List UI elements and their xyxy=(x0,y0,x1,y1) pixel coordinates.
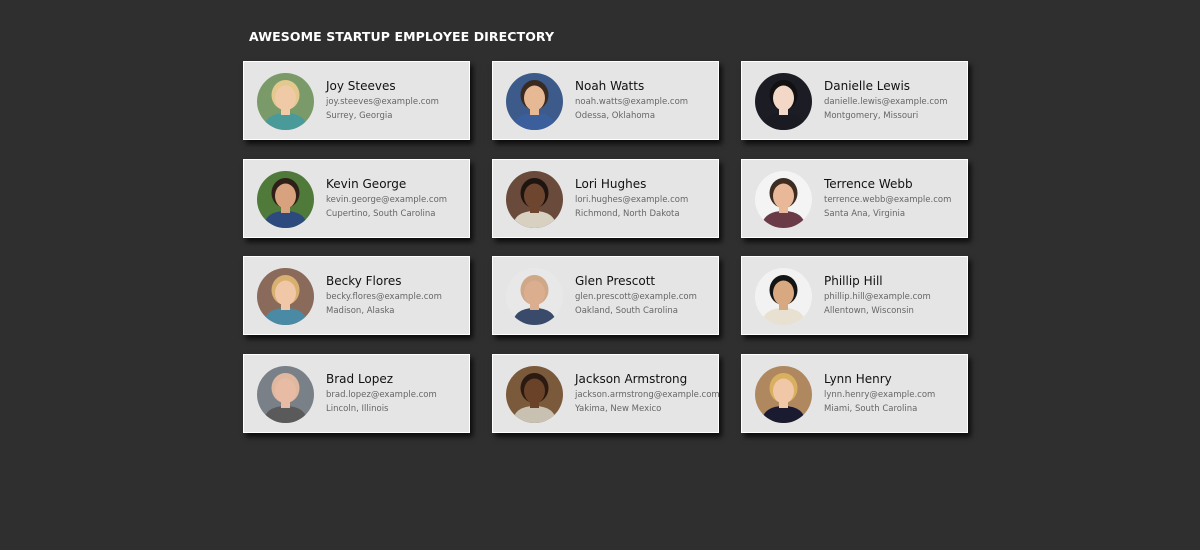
employee-name: Joy Steeves xyxy=(326,79,396,93)
employee-card[interactable]: Kevin George kevin.george@example.com Cupe… xyxy=(243,158,470,238)
employee-name: Brad Lopez xyxy=(326,371,394,386)
avatar xyxy=(755,268,812,325)
employee-grid: Joy Steeves joy.steeves@example.com Surrey… xyxy=(243,61,968,433)
employee-name: Glen Prescott xyxy=(575,274,656,288)
employee-card[interactable]: Jackson Armstrong jackson.armstrong@examp… xyxy=(492,353,720,433)
employee-email: terrence.webb@example.com xyxy=(824,194,952,205)
employee-location: Miami, South Carolina xyxy=(824,403,918,414)
employee-location: Oakland, South Carolina xyxy=(575,306,678,316)
employee-card[interactable]: Noah Watts noah.watts@example.com Odessa, … xyxy=(492,61,719,140)
employee-info: Jackson Armstrong jackson.armstrong@examp… xyxy=(575,371,720,415)
employee-info: Phillip Hill phillip.hill@example.com Alle… xyxy=(824,273,963,317)
employee-email: jackson.armstrong@example.com xyxy=(575,389,720,400)
avatar xyxy=(755,73,812,130)
employee-name: Lynn Henry xyxy=(824,371,892,386)
employee-email: lori.hughes@example.com xyxy=(575,194,689,205)
employee-email: becky.flores@example.com xyxy=(326,292,442,302)
avatar xyxy=(257,170,314,228)
employee-location: Santa Ana, Virginia xyxy=(824,208,906,219)
avatar xyxy=(257,73,314,130)
employee-name: Lori Hughes xyxy=(575,176,647,191)
employee-name: Terrence Webb xyxy=(824,176,913,191)
avatar xyxy=(506,170,563,228)
employee-location: Allentown, Wisconsin xyxy=(824,306,914,316)
employee-info: Danielle Lewis danielle.lewis@example.com… xyxy=(824,78,963,122)
employee-location: Montgomery, Missouri xyxy=(824,111,919,121)
employee-email: noah.watts@example.com xyxy=(575,97,689,107)
employee-info: Lynn Henry lynn.henry@example.com Miami, S… xyxy=(824,371,963,415)
avatar xyxy=(755,365,812,423)
employee-location: Surrey, Georgia xyxy=(326,111,393,121)
employee-email: joy.steeves@example.com xyxy=(326,97,439,107)
employee-info: Noah Watts noah.watts@example.com Odessa, … xyxy=(575,78,714,122)
employee-card[interactable]: Becky Flores becky.flores@example.com Madi… xyxy=(243,256,470,335)
employee-email: glen.prescott@example.com xyxy=(575,292,697,302)
employee-location: Odessa, Oklahoma xyxy=(575,111,656,121)
avatar xyxy=(755,170,812,228)
employee-name: Phillip Hill xyxy=(824,274,883,288)
employee-info: Lori Hughes lori.hughes@example.com Richmo… xyxy=(575,176,714,220)
employee-email: lynn.henry@example.com xyxy=(824,389,936,400)
employee-location: Madison, Alaska xyxy=(326,306,395,316)
employee-location: Lincoln, Illinois xyxy=(326,403,389,414)
employee-info: Joy Steeves joy.steeves@example.com Surrey… xyxy=(326,78,465,122)
employee-card[interactable]: Joy Steeves joy.steeves@example.com Surrey… xyxy=(243,61,470,140)
employee-card[interactable]: Glen Prescott glen.prescott@example.com Oa… xyxy=(492,256,719,335)
employee-info: Glen Prescott glen.prescott@example.com Oa… xyxy=(575,273,714,317)
employee-info: Terrence Webb terrence.webb@example.com Sa… xyxy=(824,176,963,220)
employee-email: kevin.george@example.com xyxy=(326,194,448,205)
employee-card[interactable]: Brad Lopez brad.lopez@example.com Lincoln,… xyxy=(243,353,470,433)
employee-name: Kevin George xyxy=(326,176,407,191)
employee-email: brad.lopez@example.com xyxy=(326,389,437,400)
avatar xyxy=(506,365,563,423)
employee-info: Kevin George kevin.george@example.com Cupe… xyxy=(326,176,465,220)
employee-location: Richmond, North Dakota xyxy=(575,208,680,219)
employee-card[interactable]: Terrence Webb terrence.webb@example.com Sa… xyxy=(741,158,968,238)
employee-email: danielle.lewis@example.com xyxy=(824,97,948,107)
employee-name: Becky Flores xyxy=(326,274,402,288)
employee-card[interactable]: Phillip Hill phillip.hill@example.com Alle… xyxy=(741,256,968,335)
avatar xyxy=(506,268,563,325)
employee-card[interactable]: Danielle Lewis danielle.lewis@example.com… xyxy=(741,61,968,140)
page-title: AWESOME STARTUP EMPLOYEE DIRECTORY xyxy=(249,29,555,44)
employee-location: Cupertino, South Carolina xyxy=(326,208,436,219)
employee-card[interactable]: Lynn Henry lynn.henry@example.com Miami, S… xyxy=(741,353,968,433)
employee-location: Yakima, New Mexico xyxy=(575,403,662,414)
employee-info: Brad Lopez brad.lopez@example.com Lincoln,… xyxy=(326,371,465,415)
employee-name: Jackson Armstrong xyxy=(575,371,688,386)
avatar xyxy=(257,268,314,325)
employee-name: Danielle Lewis xyxy=(824,79,911,93)
employee-info: Becky Flores becky.flores@example.com Madi… xyxy=(326,273,465,317)
employee-name: Noah Watts xyxy=(575,79,645,93)
avatar xyxy=(257,365,314,423)
employee-email: phillip.hill@example.com xyxy=(824,292,931,302)
employee-card[interactable]: Lori Hughes lori.hughes@example.com Richmo… xyxy=(492,158,719,238)
avatar xyxy=(506,73,563,130)
